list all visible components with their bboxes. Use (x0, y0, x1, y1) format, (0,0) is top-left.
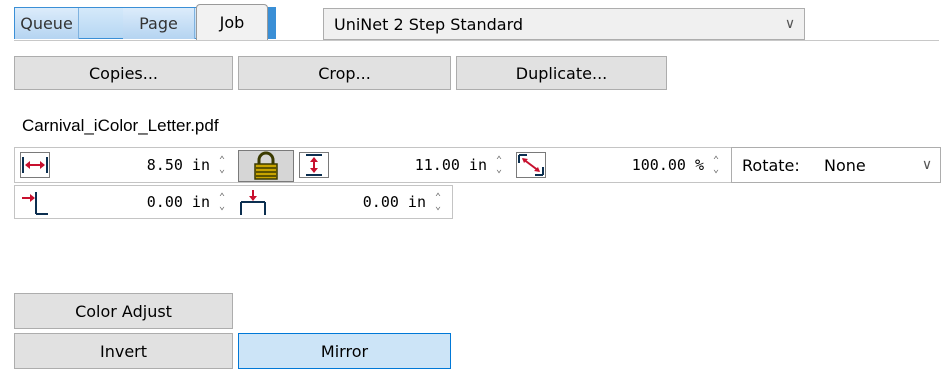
tab-spacer (80, 8, 122, 39)
copies-button[interactable]: Copies... (14, 56, 233, 90)
aspect-lock-button[interactable] (238, 150, 294, 182)
tab-queue-label: Queue (20, 14, 73, 33)
tab-strip-end (268, 8, 276, 39)
padlock-icon (254, 151, 278, 180)
mirror-button[interactable]: Mirror (238, 333, 451, 369)
left-offset-field[interactable]: 0.00 in ⌃ ⌄ (52, 187, 234, 217)
tab-page[interactable]: Page (123, 8, 195, 39)
left-offset-icon (20, 188, 50, 216)
rotate-dropdown[interactable]: Rotate: None ∨ (731, 147, 941, 183)
spin-down-icon[interactable]: ⌄ (219, 165, 225, 175)
tab-page-label: Page (139, 14, 178, 33)
rotate-value: None (824, 155, 866, 175)
preset-dropdown[interactable]: UniNet 2 Step Standard ∨ (323, 8, 805, 40)
tab-job-label: Job (219, 13, 245, 32)
chevron-down-icon: ∨ (921, 157, 933, 173)
scale-arrow-icon (516, 152, 546, 178)
width-field[interactable]: 8.50 in ⌃ ⌄ (52, 150, 234, 180)
scale-field[interactable]: 100.00 % ⌃ ⌄ (548, 150, 728, 180)
spin-down-icon[interactable]: ⌄ (496, 165, 502, 175)
height-spinner[interactable]: ⌃ ⌄ (491, 156, 507, 175)
width-spinner[interactable]: ⌃ ⌄ (214, 156, 230, 175)
height-field[interactable]: 11.00 in ⌃ ⌄ (331, 150, 511, 180)
scale-spinner[interactable]: ⌃ ⌄ (708, 156, 724, 175)
spin-down-icon[interactable]: ⌄ (435, 202, 441, 212)
chevron-down-icon: ∨ (784, 16, 796, 32)
width-value: 8.50 in (146, 156, 210, 174)
preset-value: UniNet 2 Step Standard (334, 14, 524, 34)
tab-queue[interactable]: Queue (15, 8, 79, 39)
top-offset-value: 0.00 in (362, 193, 426, 211)
rotate-label: Rotate: (742, 155, 800, 175)
crop-button[interactable]: Crop... (238, 56, 451, 90)
spin-down-icon[interactable]: ⌄ (219, 202, 225, 212)
invert-button[interactable]: Invert (14, 333, 233, 369)
left-offset-spinner[interactable]: ⌃ ⌄ (214, 193, 230, 212)
top-offset-spinner[interactable]: ⌃ ⌄ (430, 193, 446, 212)
height-value: 11.00 in (414, 156, 487, 174)
tab-job[interactable]: Job (196, 4, 268, 40)
file-name: Carnival_iColor_Letter.pdf (22, 116, 219, 135)
width-arrow-icon (20, 152, 50, 178)
spin-down-icon[interactable]: ⌄ (713, 165, 719, 175)
scale-value: 100.00 % (631, 156, 704, 174)
color-adjust-button[interactable]: Color Adjust (14, 293, 233, 329)
left-offset-value: 0.00 in (146, 193, 210, 211)
top-offset-field[interactable]: 0.00 in ⌃ ⌄ (270, 187, 450, 217)
top-offset-icon (238, 188, 268, 216)
panel-divider (14, 40, 939, 41)
height-arrow-icon (299, 152, 329, 178)
duplicate-button[interactable]: Duplicate... (456, 56, 667, 90)
